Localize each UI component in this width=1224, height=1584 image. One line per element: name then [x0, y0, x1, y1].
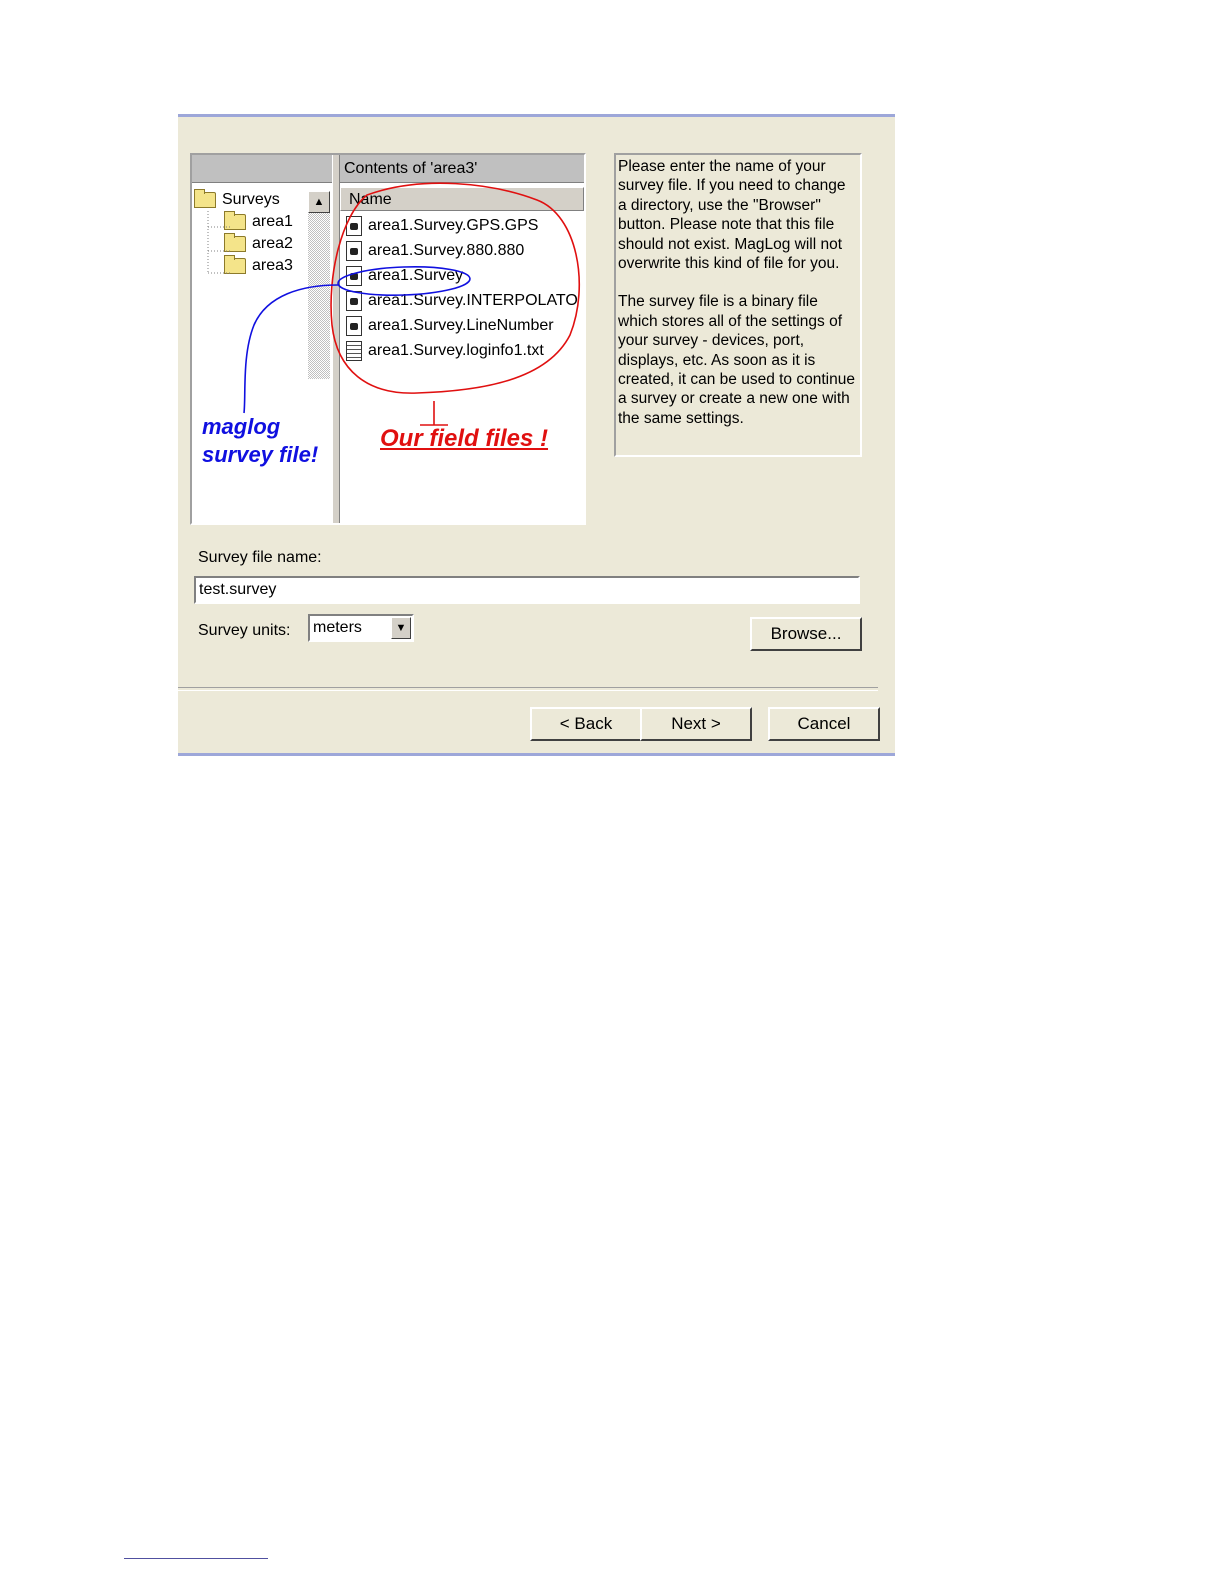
- survey-units-select[interactable]: meters ▼: [308, 614, 414, 642]
- field-files-annotation: Our field files !: [380, 425, 549, 452]
- browse-button[interactable]: Browse...: [750, 617, 862, 651]
- chevron-down-icon[interactable]: ▼: [391, 617, 411, 639]
- cancel-button[interactable]: Cancel: [768, 707, 880, 741]
- annotation-line: survey file!: [202, 442, 319, 467]
- survey-file-name-input[interactable]: test.survey: [194, 576, 860, 604]
- survey-units-label: Survey units:: [198, 622, 291, 639]
- survey-wizard-dialog: Contents of 'area3' Name Surveys area1 a…: [178, 114, 895, 756]
- annotation-line: maglog: [202, 414, 281, 439]
- maglog-annotation: maglog survey file!: [202, 413, 318, 469]
- red-pointer-line: [420, 401, 448, 426]
- description-paragraph: Please enter the name of your survey fil…: [618, 158, 846, 273]
- blue-pointer-line: [243, 284, 339, 414]
- description-box: Please enter the name of your survey fil…: [614, 153, 862, 457]
- file-browser-panel: Contents of 'area3' Name Surveys area1 a…: [190, 153, 586, 525]
- next-button[interactable]: Next >: [640, 707, 752, 741]
- blue-circle-annotation: [337, 266, 471, 296]
- footnote-rule: [124, 1558, 268, 1559]
- description-paragraph: The survey file is a binary file which s…: [618, 293, 855, 427]
- survey-units-value: meters: [313, 619, 362, 636]
- divider: [178, 687, 878, 691]
- survey-file-name-label: Survey file name:: [198, 549, 322, 566]
- back-button[interactable]: < Back: [530, 707, 642, 741]
